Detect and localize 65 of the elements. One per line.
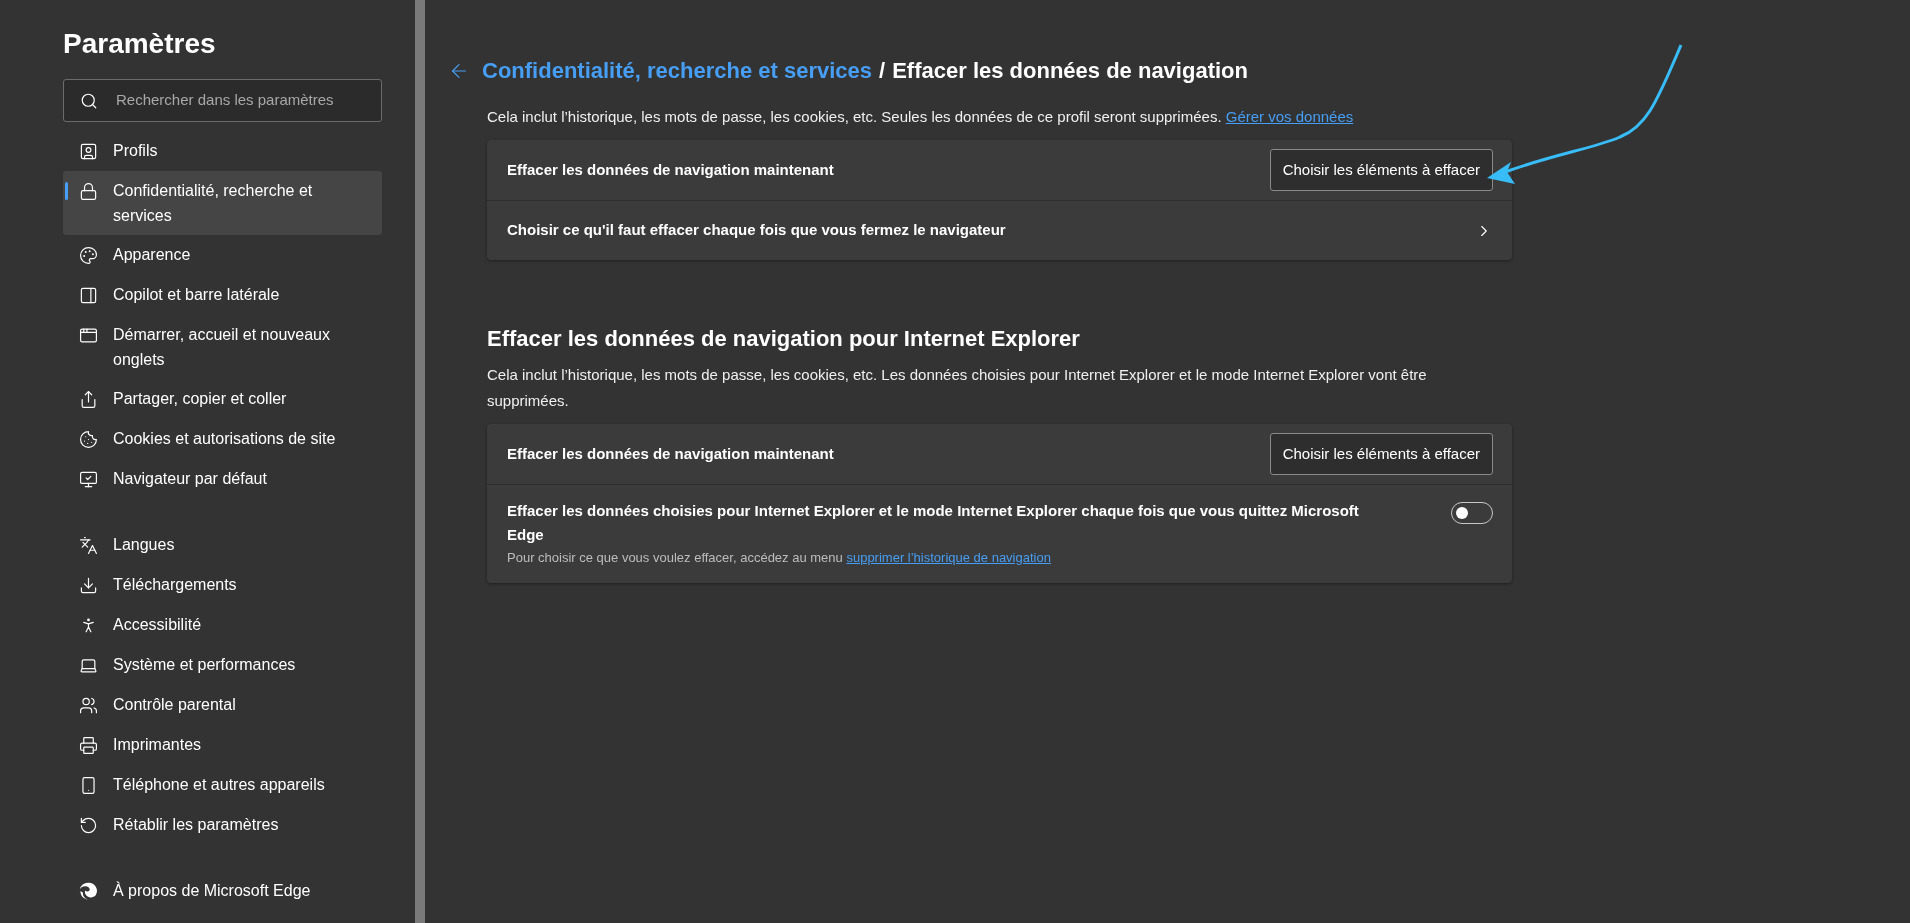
- sidebar-item-label: Téléphone et autres appareils: [113, 775, 326, 795]
- sidebar-item[interactable]: Démarrer, accueil et nouveaux onglets: [63, 315, 382, 379]
- sidebar-item[interactable]: Téléchargements: [63, 565, 382, 605]
- search-field[interactable]: Rechercher dans les paramètres: [63, 79, 382, 122]
- sidebar-item-label: Langues: [113, 535, 176, 555]
- sidebar-item[interactable]: Partager, copier et coller: [63, 379, 382, 419]
- sidebar-item-label: Profils: [113, 141, 159, 161]
- section-heading: Effacer les données de navigation pour Internet Explorer: [487, 325, 1081, 353]
- breadcrumb-separator: /: [879, 57, 886, 85]
- sidebar-item-label: Imprimantes: [113, 735, 203, 755]
- manage-data-link[interactable]: Gérer vos données: [1225, 108, 1354, 125]
- choose-items-button[interactable]: Choisir les éléments à effacer: [1269, 433, 1493, 475]
- sidebar-panel-icon: [78, 285, 98, 305]
- sidebar-item-label: À propos de Microsoft Edge: [113, 880, 312, 901]
- setting-label: Choisir ce qu'il faut effacer chaque fois que vous fermez le navigateur: [507, 220, 1006, 241]
- sidebar-item[interactable]: Accessibilité: [63, 605, 382, 645]
- setting-hint: Pour choisir ce que vous voulez effacer, accédez au menu supprimer l’historique de navigation: [507, 549, 1052, 567]
- breadcrumb-link[interactable]: Confidentialité, recherche et services: [482, 56, 873, 86]
- sidebar-item[interactable]: Contrôle parental: [63, 685, 382, 725]
- sidebar-item[interactable]: Navigateur par défaut: [63, 459, 382, 499]
- sidebar-item[interactable]: Téléphone et autres appareils: [63, 765, 382, 805]
- sidebar-item[interactable]: Confidentialité, recherche et services: [63, 171, 382, 235]
- palette-icon: [78, 245, 98, 265]
- sidebar-item[interactable]: Langues: [63, 525, 382, 565]
- lock-icon: [78, 181, 98, 201]
- section-description: Cela inclut l’historique, les mots de passe, les cookies, etc. Seules les données de ce profil seront supprimées. Gérer vos données: [487, 107, 1355, 127]
- sidebar-title: Paramètres: [63, 27, 216, 61]
- browser-check-icon: [78, 469, 98, 489]
- setting-label: Effacer les données de navigation maintenant: [507, 159, 834, 180]
- edge-logo-icon: [78, 881, 98, 901]
- sidebar-item-label: Rétablir les paramètres: [113, 815, 280, 835]
- sidebar-item[interactable]: Cookies et autorisations de site: [63, 419, 382, 459]
- download-icon: [78, 575, 98, 595]
- sidebar-item[interactable]: Système et performances: [63, 645, 382, 685]
- sidebar-item-label: Partager, copier et coller: [113, 389, 288, 409]
- section-description: Cela inclut l’historique, les mots de passe, les cookies, etc. Les données choisies pour Internet Explorer et le mode Internet Explorer vont être supprimées.: [487, 365, 1428, 411]
- cookie-icon: [78, 429, 98, 449]
- sidebar-item[interactable]: Copilot et barre latérale: [63, 275, 382, 315]
- sidebar-item-label: Accessibilité: [113, 615, 203, 635]
- sidebar-item-label: Cookies et autorisations de site: [113, 429, 337, 449]
- sidebar-item[interactable]: Profils: [63, 131, 382, 171]
- languages-icon: [78, 535, 98, 555]
- clear-history-link[interactable]: supprimer l’historique de navigation: [846, 550, 1051, 565]
- choose-items-button[interactable]: Choisir les éléments à effacer: [1269, 149, 1493, 191]
- setting-label: Effacer les données choisies pour Internet Explorer et le mode Internet Explorer chaque fois que vous quittez Microsoft Edge: [507, 501, 1360, 545]
- profile-icon: [78, 141, 98, 161]
- sidebar-item-label: Contrôle parental: [113, 695, 237, 715]
- sidebar-item-label: Apparence: [113, 245, 192, 265]
- sidebar-item[interactable]: Imprimantes: [63, 725, 382, 765]
- sidebar-item-label: Copilot et barre latérale: [113, 285, 281, 305]
- sidebar-item-label: Système et performances: [113, 655, 297, 675]
- search-icon: [80, 91, 98, 110]
- reset-icon: [78, 815, 98, 835]
- setting-label: Effacer les données de navigation maintenant: [507, 443, 834, 464]
- sidebar-item-label: Téléchargements: [113, 575, 238, 595]
- sidebar-item[interactable]: Apparence: [63, 235, 382, 275]
- sidebar-item[interactable]: À propos de Microsoft Edge: [63, 871, 382, 911]
- family-icon: [78, 695, 98, 715]
- printer-icon: [78, 735, 98, 755]
- sidebar-item-label: Navigateur par défaut: [113, 469, 268, 489]
- page-title: Effacer les données de navigation: [892, 57, 1248, 85]
- sidebar-item-label: Démarrer, accueil et nouveaux onglets: [113, 325, 331, 370]
- search-input[interactable]: Rechercher dans les paramètres: [116, 89, 365, 112]
- sidebar-item-label: Confidentialité, recherche et services: [113, 181, 314, 226]
- sidebar-item[interactable]: Rétablir les paramètres: [63, 805, 382, 845]
